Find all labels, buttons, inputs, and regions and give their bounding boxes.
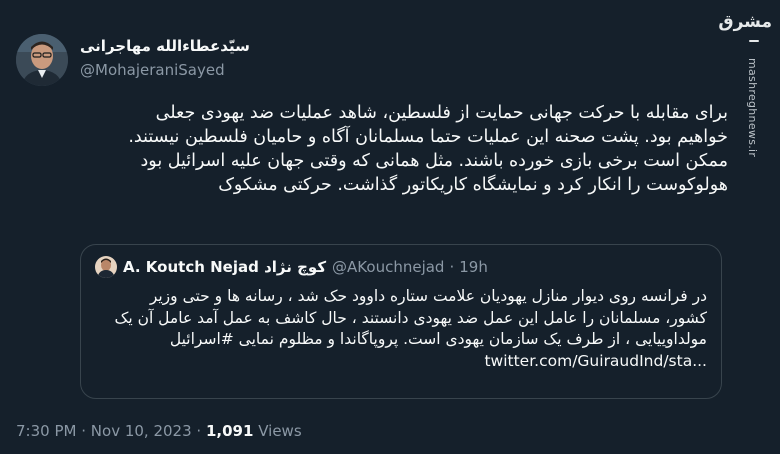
- author-block: سیّدعطاءالله مهاجرانی @MohajeraniSayed: [80, 35, 250, 81]
- quote-author-handle[interactable]: @AKouchnejad: [332, 258, 444, 276]
- quoted-tweet-text: در فرانسه روی دیوار منازل یهودیان علامت …: [95, 286, 707, 372]
- quote-author-name[interactable]: A. Koutch Nejad کوچ نژاد: [123, 258, 326, 276]
- quote-line: کشور، مسلمانان را عامل این عمل ضد یهودی …: [114, 308, 707, 327]
- tweet-line: برای مقابله با حرکت جهانی حمایت از فلسطی…: [155, 103, 728, 123]
- mashregh-logo: مشرق: [718, 12, 772, 32]
- quote-line: در فرانسه روی دیوار منازل یهودیان علامت …: [149, 287, 707, 305]
- quote-line: مولداوییایی ، از طرف یک سازمان یهودی است…: [169, 330, 707, 348]
- author-name[interactable]: سیّدعطاءالله مهاجرانی: [80, 35, 250, 57]
- quote-link[interactable]: twitter.com/GuiraudInd/sta...: [95, 351, 707, 373]
- quote-separator: ·: [449, 258, 455, 276]
- logo-underline: [749, 40, 759, 42]
- tweet-text: برای مقابله با حرکت جهانی حمایت از فلسطی…: [80, 101, 728, 197]
- author-handle[interactable]: @MohajeraniSayed: [80, 59, 250, 81]
- quoted-tweet-header: A. Koutch Nejad کوچ نژاد @AKouchnejad · …: [95, 255, 488, 279]
- author-avatar[interactable]: [16, 34, 68, 86]
- quote-avatar-portrait-icon: [95, 256, 117, 278]
- watermark: مشرق mashreghnews.ir: [718, 8, 772, 448]
- tweet-line: خواهیم بود. پشت صحنه این عملیات حتما مسل…: [128, 127, 728, 147]
- views-label[interactable]: Views: [258, 422, 301, 440]
- quoted-tweet-card[interactable]: A. Koutch Nejad کوچ نژاد @AKouchnejad · …: [80, 244, 722, 399]
- tweet-date[interactable]: Nov 10, 2023: [91, 422, 192, 440]
- quote-author-avatar[interactable]: [95, 256, 117, 278]
- views-count: 1,091: [205, 422, 254, 440]
- tweet-line: هولوکوست را انکار کرد و نمایشگاه کاریکات…: [218, 175, 728, 195]
- tweet-meta: 7:30 PM · Nov 10, 2023 · 1,091 Views: [16, 422, 302, 440]
- tweet-line: ممکن است برخی بازی خورده باشند. مثل همان…: [140, 151, 728, 171]
- tweet-screenshot: سیّدعطاءالله مهاجرانی @MohajeraniSayed م…: [0, 0, 780, 454]
- tweet-time[interactable]: 7:30 PM: [16, 422, 76, 440]
- watermark-site: mashreghnews.ir: [746, 58, 759, 158]
- avatar-portrait-icon: [16, 34, 68, 86]
- meta-separator: ·: [81, 422, 87, 440]
- quote-timestamp[interactable]: 19h: [459, 258, 488, 276]
- meta-separator: ·: [196, 422, 202, 440]
